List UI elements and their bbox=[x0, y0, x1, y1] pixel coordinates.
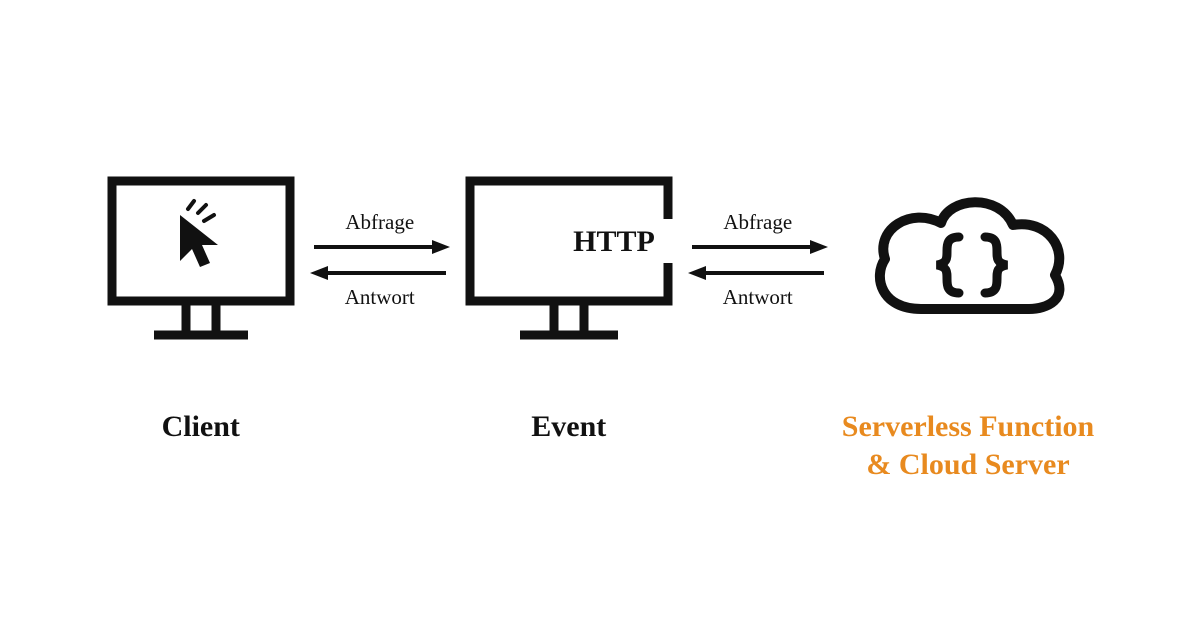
client-label: Client bbox=[162, 408, 240, 446]
http-text: HTTP bbox=[573, 225, 655, 258]
client-monitor-icon bbox=[106, 170, 296, 350]
arrow-left-icon bbox=[688, 263, 828, 283]
response-label-2: Antwort bbox=[723, 285, 793, 310]
cloud-label-line2: & Cloud Server bbox=[866, 448, 1069, 481]
arrows-event-cloud: Abfrage Antwort bbox=[674, 170, 842, 350]
arrow-right-icon bbox=[688, 237, 828, 257]
event-label: Event bbox=[531, 408, 606, 446]
arrows-client-event: Abfrage Antwort bbox=[296, 170, 464, 350]
response-label-1: Antwort bbox=[345, 285, 415, 310]
event-node: HTTP Event bbox=[464, 170, 674, 446]
arrow-right-icon bbox=[310, 237, 450, 257]
cloud-node: Serverless Function & Cloud Server bbox=[842, 170, 1094, 483]
event-monitor-icon: HTTP bbox=[464, 170, 674, 350]
request-label-1: Abfrage bbox=[345, 210, 414, 235]
cloud-label-line1: Serverless Function bbox=[842, 410, 1094, 443]
request-label-2: Abfrage bbox=[723, 210, 792, 235]
architecture-diagram: Client Abfrage Antwort HTTP bbox=[0, 170, 1200, 483]
client-node: Client bbox=[106, 170, 296, 446]
arrow-left-icon bbox=[310, 263, 450, 283]
cloud-function-icon bbox=[863, 170, 1073, 350]
cloud-label: Serverless Function & Cloud Server bbox=[842, 408, 1094, 483]
